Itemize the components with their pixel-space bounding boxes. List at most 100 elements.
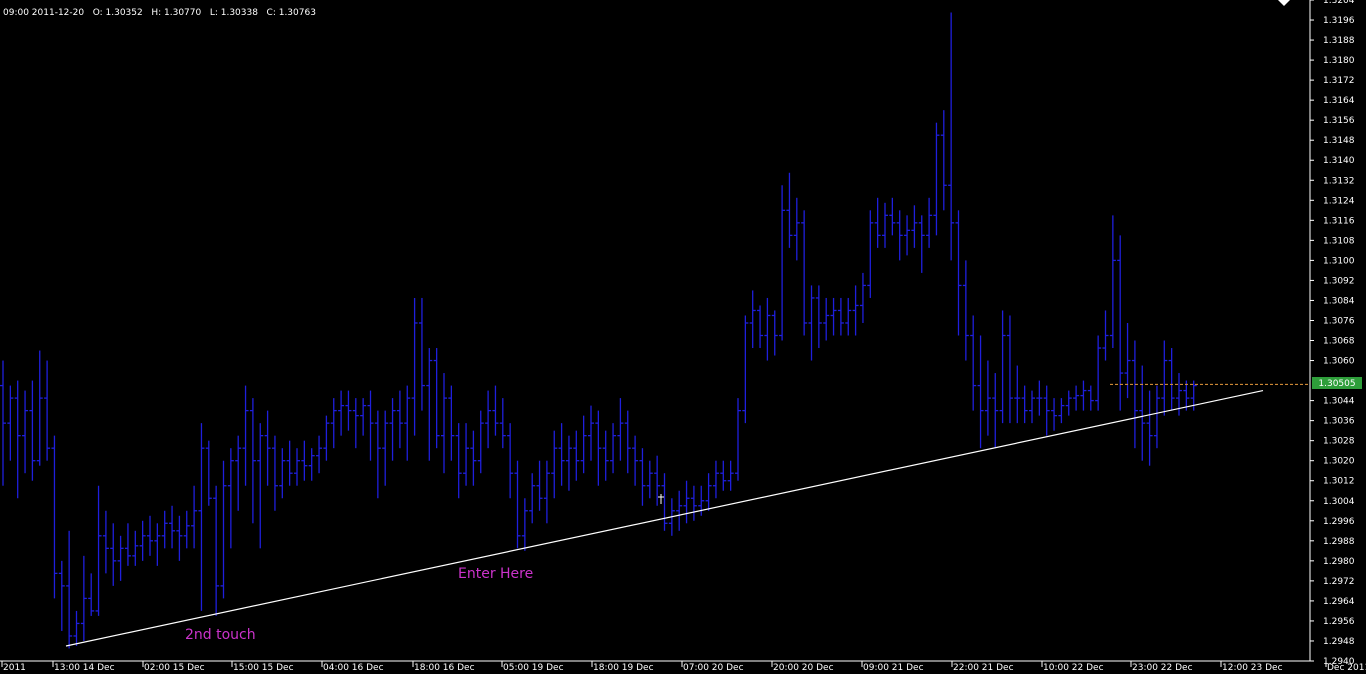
time-tick-label: 04:00 16 Dec [323, 663, 384, 673]
ohlc-bar [1029, 390, 1035, 424]
ohlc-bar [0, 360, 6, 486]
ohlc-bar [418, 297, 425, 411]
ohlc-bar [227, 448, 234, 549]
ohlc-bar [1139, 365, 1146, 461]
ohlc-bar [22, 390, 29, 474]
time-tick-label: 22:00 21 Dec [953, 663, 1014, 673]
ohlc-bar [213, 485, 220, 616]
ohlc-bar [95, 485, 102, 616]
ohlc-bar [896, 210, 903, 261]
ohlc-bar [80, 555, 87, 641]
ohlc-bar [852, 285, 859, 336]
chart-shift-marker-icon[interactable] [1278, 0, 1290, 6]
ohlc-bar [992, 373, 999, 449]
ohlc-bar [779, 185, 786, 341]
ohlc-bar [323, 415, 330, 461]
price-tick-label: 1.3132 [1323, 176, 1355, 186]
ohlc-bar [1065, 390, 1072, 416]
price-chart[interactable]: 2nd touch Enter Here 1.32041.31961.31881… [0, 0, 1366, 674]
ohlc-bar [720, 460, 727, 491]
ohlc-bar [999, 310, 1006, 424]
ohlc-bar [1006, 315, 1013, 424]
ohlc-bar [154, 523, 161, 566]
ohlc-bar [124, 523, 131, 566]
price-tick-label: 1.3100 [1323, 256, 1355, 266]
ohlc-bar [639, 448, 646, 506]
ohlc-bar [470, 430, 477, 486]
ohlc-bar [742, 315, 749, 424]
ohlc-bar [477, 410, 484, 474]
ohlc-bar [727, 460, 734, 491]
ohlc-bar [1168, 348, 1175, 411]
ohlc-bar [433, 348, 440, 449]
time-tick-label: 13:00 14 Dec [54, 663, 115, 673]
ohlc-bar [543, 460, 550, 524]
ohlc-bar [705, 473, 712, 511]
price-tick-label: 1.3060 [1323, 357, 1355, 367]
ohlc-bar [1051, 398, 1058, 431]
ohlc-bar [830, 297, 837, 336]
ohlc-bar [904, 215, 911, 256]
price-tick-label: 1.3092 [1323, 276, 1355, 286]
ohlc-bar [808, 285, 815, 361]
ohlc-bar [176, 515, 183, 561]
ohlc-bar [690, 485, 697, 521]
ohlc-bar [874, 197, 881, 248]
ohlc-bar [617, 398, 624, 461]
ohlc-bar [36, 350, 43, 466]
price-tick-label: 1.3020 [1323, 457, 1355, 467]
ohlc-bar [882, 202, 888, 248]
ohlc-bar [654, 455, 661, 506]
ohlc-bar [139, 520, 146, 561]
ohlc-bar [264, 410, 271, 486]
price-tick-label: 1.3180 [1323, 56, 1355, 66]
ohlc-bar [58, 560, 65, 631]
price-tick-label: 1.3188 [1323, 36, 1355, 46]
ohlc-bar [271, 435, 278, 511]
ohlc-bar [551, 430, 558, 499]
ohlc-bar [279, 448, 286, 499]
price-tick-label: 1.2956 [1323, 617, 1355, 627]
ohlc-bar [88, 573, 95, 616]
ohlc-bar [837, 297, 844, 336]
ohlc-bar [1109, 215, 1116, 349]
ohlc-bar [1124, 322, 1131, 399]
ohlc-bar [345, 390, 352, 431]
ohlc-bar [73, 610, 80, 646]
time-tick-label: 05:00 19 Dec [503, 663, 564, 673]
price-tick-label: 1.3164 [1323, 96, 1355, 106]
ohlc-bar [970, 315, 977, 411]
ohlc-bar [396, 390, 403, 449]
ohlc-bar [485, 390, 492, 449]
ohlc-bar [169, 505, 176, 549]
price-tick-label: 1.3084 [1323, 296, 1355, 306]
ohlc-bar [955, 210, 962, 336]
ohlc-bar [66, 530, 73, 649]
ohlc-bar [1021, 385, 1028, 424]
ohlc-bar [1102, 310, 1109, 361]
ohlc-bar [441, 373, 447, 474]
price-axis[interactable]: 1.3204 1.3196 1.3188 1.3180 1.3172 1.3164 1.31… [1309, 0, 1355, 667]
time-tick-label: 12:00 23 Dec [1222, 663, 1283, 673]
ohlc-bar [676, 490, 683, 531]
time-tick-label: 10:00 22 Dec [1043, 663, 1104, 673]
price-tick-label: 1.3076 [1323, 316, 1355, 326]
annotation-enter-here: Enter Here [458, 566, 533, 582]
time-tick-label: 07:00 20 Dec [683, 663, 744, 673]
price-tick-label: 1.3172 [1323, 76, 1355, 86]
ohlc-bar [352, 398, 359, 449]
ohlc-bar [102, 510, 109, 574]
ohlc-bar [786, 172, 793, 248]
ohlc-bar [29, 380, 36, 481]
price-tick-label: 1.3124 [1323, 196, 1355, 206]
ohlc-bar [301, 440, 308, 481]
ohlc-bar [316, 435, 323, 474]
ohlc-bar [712, 460, 719, 499]
ohlc-bar [632, 435, 639, 486]
ohlc-bar [1153, 385, 1160, 449]
time-axis[interactable]: 2011 13:00 14 Dec 02:00 15 Dec 15:00 15 Dec… [0, 660, 1366, 673]
ohlc-bar [7, 385, 14, 461]
ohlc-bar [926, 197, 933, 248]
price-tick-label: 1.3196 [1323, 16, 1355, 26]
price-tick-label: 1.3140 [1323, 156, 1355, 166]
